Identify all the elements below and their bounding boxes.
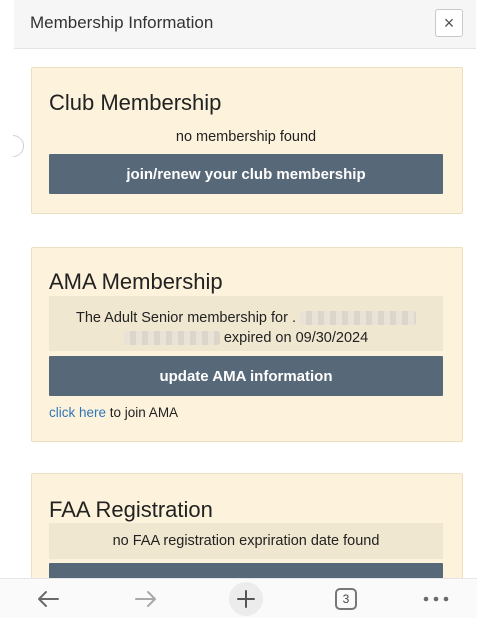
- join-ama-text: to join AMA: [106, 405, 179, 420]
- ama-membership-title: AMA Membership: [49, 269, 223, 294]
- tab-count: 3: [342, 591, 350, 606]
- redacted-name: [300, 311, 417, 326]
- forward-button[interactable]: [128, 579, 164, 618]
- redacted-name-continued: [123, 331, 220, 346]
- new-tab-button[interactable]: [226, 579, 266, 618]
- more-icon: [423, 596, 449, 601]
- club-membership-title: Club Membership: [49, 90, 222, 115]
- tabs-button[interactable]: 3: [331, 579, 361, 618]
- ama-status-prefix: The Adult Senior membership for .: [75, 310, 296, 326]
- join-ama-line: click here to join AMA: [49, 405, 178, 420]
- join-ama-link[interactable]: click here: [49, 405, 106, 420]
- club-membership-status: no membership found: [175, 129, 317, 145]
- ama-status-box: The Adult Senior membership for . expire…: [49, 296, 443, 351]
- join-renew-club-button[interactable]: join/renew your club membership: [49, 154, 443, 194]
- faa-status: no FAA registration expriration date fou…: [49, 523, 443, 559]
- forward-arrow-icon: [135, 590, 156, 607]
- loading-spinner-icon: [0, 130, 29, 162]
- tabs-icon: 3: [335, 587, 357, 610]
- close-button[interactable]: ×: [435, 9, 463, 37]
- modal-title: Membership Information: [30, 13, 214, 32]
- modal-header: Membership Information ×: [14, 0, 476, 49]
- back-arrow-icon: [38, 590, 59, 607]
- more-button[interactable]: [418, 579, 454, 618]
- plus-circle: [229, 581, 263, 616]
- browser-toolbar: 3: [0, 578, 477, 618]
- update-ama-button[interactable]: update AMA information: [49, 356, 443, 396]
- close-icon: ×: [443, 13, 455, 33]
- back-button[interactable]: [30, 579, 66, 618]
- plus-icon: [237, 589, 255, 608]
- club-membership-card: Club Membership no membership found join…: [31, 67, 463, 214]
- faa-registration-title: FAA Registration: [49, 497, 213, 522]
- ama-status-suffix: expired on 09/30/2024: [223, 330, 369, 346]
- ama-membership-card: AMA Membership The Adult Senior membersh…: [31, 247, 463, 442]
